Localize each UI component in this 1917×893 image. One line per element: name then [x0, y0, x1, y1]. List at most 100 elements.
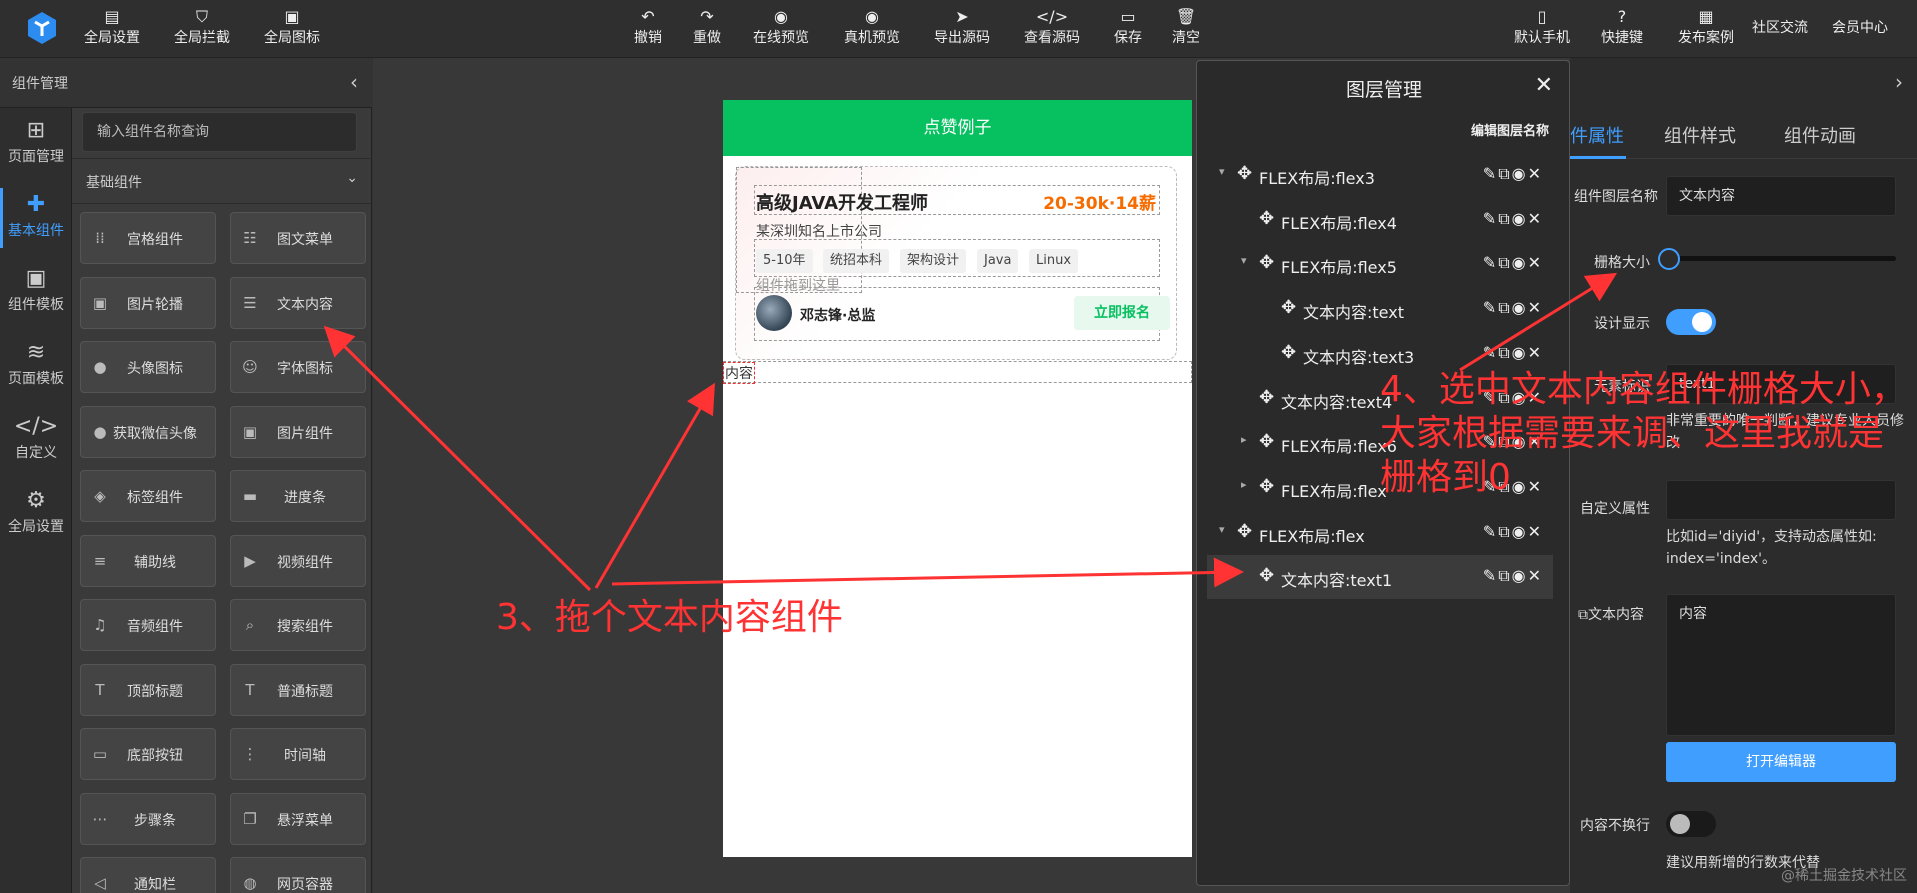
copy-icon[interactable]: ⧉	[1498, 253, 1511, 272]
component-item[interactable]: T 顶部标题	[80, 663, 216, 716]
move-icon[interactable]: ✥	[1237, 521, 1252, 542]
caret-down-icon[interactable]: ▾	[1219, 165, 1225, 178]
close-icon[interactable]: ✕	[1528, 164, 1543, 183]
component-item[interactable]: ≡ 辅助线	[80, 534, 216, 587]
online-preview-button[interactable]: ◉ 在线预览	[749, 6, 813, 52]
eye-icon[interactable]: ◉	[1512, 566, 1528, 585]
component-item[interactable]: ▣ 图片轮播	[80, 276, 216, 329]
eye-icon[interactable]: ◉	[1512, 253, 1528, 272]
eye-icon[interactable]: ◉	[1512, 164, 1528, 183]
device-preview-button[interactable]: ◉ 真机预览	[840, 6, 904, 52]
layer-row[interactable]: ▾ ✥ FLEX布局:flex3 ✎⧉◉✕	[1207, 153, 1553, 197]
move-icon[interactable]: ✥	[1259, 565, 1274, 586]
redo-button[interactable]: ↷ 重做	[687, 6, 727, 52]
component-item[interactable]: ⁞⁞ 宫格组件	[80, 212, 216, 264]
move-icon[interactable]: ✥	[1281, 342, 1296, 363]
close-icon[interactable]: ✕	[1528, 343, 1543, 362]
move-icon[interactable]: ✥	[1281, 297, 1296, 318]
nav-basic-components[interactable]: ✚ 基本组件	[0, 182, 72, 254]
close-icon[interactable]: ✕	[1528, 298, 1543, 317]
close-icon[interactable]: ✕	[1528, 209, 1543, 228]
component-item[interactable]: ⌕ 搜索组件	[230, 599, 366, 651]
component-item[interactable]: ♫ 音频组件	[80, 599, 216, 651]
edit-icon[interactable]: ✎	[1483, 343, 1498, 362]
component-item[interactable]: ☰ 文本内容	[230, 276, 366, 329]
global-icons-button[interactable]: ▣ 全局图标	[260, 6, 324, 52]
component-item[interactable]: ❐ 悬浮菜单	[230, 792, 366, 845]
component-item[interactable]: ◁ 通知栏	[80, 857, 216, 893]
close-icon[interactable]: ✕	[1535, 73, 1553, 98]
component-item[interactable]: ☷ 图文菜单	[230, 212, 366, 264]
clear-button[interactable]: 🗑 清空	[1168, 6, 1204, 52]
export-source-button[interactable]: ➤ 导出源码	[930, 6, 994, 52]
save-button[interactable]: ▭ 保存	[1110, 6, 1146, 52]
tag[interactable]: Linux	[1029, 249, 1079, 273]
component-item[interactable]: T 普通标题	[230, 663, 366, 716]
edit-icon[interactable]: ✎	[1483, 253, 1498, 272]
close-icon[interactable]: ✕	[1528, 253, 1543, 272]
close-icon[interactable]: ✕	[1528, 566, 1543, 585]
move-icon[interactable]: ✥	[1259, 476, 1274, 497]
edit-icon[interactable]: ✎	[1483, 209, 1498, 228]
caret-right-icon[interactable]: ▸	[1241, 478, 1247, 491]
chevron-right-icon[interactable]: ›	[1895, 70, 1903, 94]
tag[interactable]: Java	[977, 249, 1019, 273]
community-link[interactable]: 社区交流	[1752, 17, 1808, 37]
tag[interactable]: 架构设计	[900, 249, 967, 273]
caret-down-icon[interactable]: ▾	[1241, 254, 1247, 267]
component-item[interactable]: ▶ 视频组件	[230, 534, 366, 587]
recruiter-name[interactable]: 邓志锋·总监	[800, 305, 875, 325]
apply-button[interactable]: 立即报名	[1074, 296, 1170, 330]
edit-icon[interactable]: ✎	[1483, 164, 1498, 183]
move-icon[interactable]: ✥	[1259, 208, 1274, 229]
edit-icon[interactable]: ✎	[1483, 298, 1498, 317]
grid-size-slider-handle[interactable]	[1658, 248, 1680, 270]
edit-layer-name-button[interactable]: 编辑图层名称	[1471, 120, 1549, 139]
move-icon[interactable]: ✥	[1237, 163, 1252, 184]
copy-icon[interactable]: ⧉	[1498, 522, 1511, 541]
nav-page-manage[interactable]: ⊞ 页面管理	[0, 108, 72, 180]
caret-down-icon[interactable]: ▾	[1219, 523, 1225, 536]
nav-component-templates[interactable]: ▣ 组件模板	[0, 256, 72, 328]
text-content-component[interactable]: 内容	[723, 362, 755, 384]
edit-icon[interactable]: ✎	[1483, 566, 1498, 585]
component-item[interactable]: ▣ 图片组件	[230, 405, 366, 458]
layer-row[interactable]: ✥ 文本内容:text1 ✎⧉◉✕	[1207, 555, 1553, 600]
tag[interactable]: 统招本科	[823, 249, 890, 273]
eye-icon[interactable]: ◉	[1512, 522, 1528, 541]
global-intercept-button[interactable]: ⛉ 全局拦截	[170, 6, 234, 52]
tab-properties[interactable]: 件属性	[1570, 122, 1624, 148]
publish-case-button[interactable]: ▦ 发布案例	[1674, 6, 1738, 52]
tab-styles[interactable]: 组件样式	[1664, 122, 1736, 148]
layer-row[interactable]: ✥ 文本内容:text ✎⧉◉✕	[1207, 287, 1553, 331]
component-group-header[interactable]: 基础组件 ⌄	[72, 158, 372, 204]
component-item[interactable]: ⋯ 步骤条	[80, 792, 216, 845]
job-title[interactable]: 高级JAVA开发工程师	[756, 189, 928, 215]
edit-icon[interactable]: ✎	[1483, 522, 1498, 541]
default-phone-button[interactable]: ▯ 默认手机	[1510, 6, 1574, 52]
component-item[interactable]: ● 获取微信头像	[80, 405, 216, 458]
company-name[interactable]: 某深圳知名上市公司	[756, 221, 882, 241]
avatar[interactable]	[756, 295, 792, 331]
component-item[interactable]: ● 头像图标	[80, 341, 216, 393]
component-item[interactable]: ◈ 标签组件	[80, 470, 216, 522]
global-settings-button[interactable]: ▤ 全局设置	[80, 6, 144, 52]
copy-icon[interactable]: ⧉	[1498, 164, 1511, 183]
nowrap-toggle[interactable]	[1666, 811, 1716, 837]
close-icon[interactable]: ✕	[1528, 522, 1543, 541]
job-card[interactable]: 高级JAVA开发工程师 20-30k·14薪 某深圳知名上市公司 5-10年 统…	[735, 166, 1177, 360]
move-icon[interactable]: ✥	[1259, 387, 1274, 408]
eye-icon[interactable]: ◉	[1512, 298, 1528, 317]
component-item[interactable]: ☺ 字体图标	[230, 341, 366, 393]
move-icon[interactable]: ✥	[1259, 252, 1274, 273]
undo-button[interactable]: ↶ 撤销	[628, 6, 668, 52]
copy-icon[interactable]: ⧉	[1498, 209, 1511, 228]
component-search-input[interactable]: 输入组件名称查询	[82, 112, 357, 152]
component-item[interactable]: ▭ 底部按钮	[80, 728, 216, 780]
nav-custom[interactable]: </> 自定义	[0, 404, 72, 476]
grid-size-slider-track[interactable]	[1666, 256, 1896, 261]
layer-row[interactable]: ▾ ✥ FLEX布局:flex5 ✎⧉◉✕	[1207, 242, 1553, 286]
move-icon[interactable]: ✥	[1259, 431, 1274, 452]
layer-name-input[interactable]: 文本内容	[1666, 176, 1896, 216]
design-display-toggle[interactable]	[1666, 309, 1716, 335]
